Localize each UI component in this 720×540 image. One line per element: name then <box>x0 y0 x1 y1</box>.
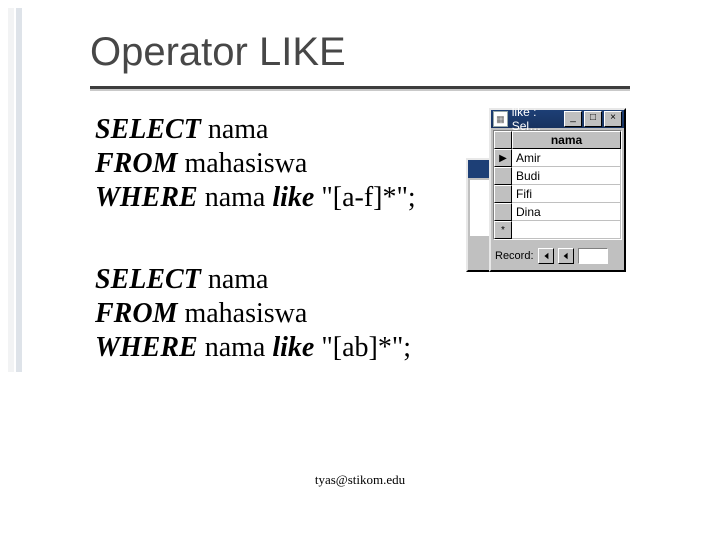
keyword-from: FROM <box>95 148 177 179</box>
nav-first-button[interactable] <box>538 248 554 264</box>
maximize-button[interactable]: □ <box>584 111 602 127</box>
footer-email: tyas@stikom.edu <box>0 472 720 488</box>
text: nama <box>198 332 273 363</box>
table-row: Fifi <box>494 185 621 203</box>
text: nama <box>201 114 269 145</box>
nav-prev-icon <box>562 252 570 260</box>
keyword-like: like <box>272 332 314 363</box>
close-button[interactable]: × <box>604 111 622 127</box>
text: "[a-f]*"; <box>314 182 415 213</box>
row-selector[interactable] <box>494 185 512 203</box>
titlebar[interactable]: ▦ like : Sel… _ □ × <box>491 110 624 128</box>
app-icon: ▦ <box>493 111 508 127</box>
cell[interactable]: Amir <box>512 149 621 167</box>
row-selector-new[interactable]: * <box>494 221 512 239</box>
column-header-nama[interactable]: nama <box>512 131 621 149</box>
cell[interactable] <box>512 221 621 239</box>
keyword-select: SELECT <box>95 114 201 145</box>
slide: Operator LIKE SELECT nama FROM mahasiswa… <box>0 0 720 540</box>
table-row: ▶ Amir <box>494 149 621 167</box>
sql-query-2: SELECT nama FROM mahasiswa WHERE nama li… <box>95 263 411 365</box>
record-label: Record: <box>495 250 534 262</box>
cell[interactable]: Fifi <box>512 185 621 203</box>
minimize-button[interactable]: _ <box>564 111 582 127</box>
row-selector-current[interactable]: ▶ <box>494 149 512 167</box>
nav-prev-button[interactable] <box>558 248 574 264</box>
row-selector[interactable] <box>494 203 512 221</box>
sql-query-1: SELECT nama FROM mahasiswa WHERE nama li… <box>95 113 416 215</box>
record-number-input[interactable] <box>578 248 608 264</box>
text: nama <box>201 264 269 295</box>
table-row: Budi <box>494 167 621 185</box>
nav-first-icon <box>542 252 550 260</box>
table-row-new: * <box>494 221 621 239</box>
title-rule <box>90 89 630 91</box>
cell[interactable]: Budi <box>512 167 621 185</box>
page-title: Operator LIKE <box>90 30 346 75</box>
keyword-from: FROM <box>95 298 177 329</box>
cell[interactable]: Dina <box>512 203 621 221</box>
keyword-like: like <box>272 182 314 213</box>
select-all-cell[interactable] <box>494 131 512 149</box>
keyword-where: WHERE <box>95 332 198 363</box>
text: nama <box>198 182 273 213</box>
keyword-select: SELECT <box>95 264 201 295</box>
result-grid: nama ▶ Amir Budi Fifi Dina * <box>493 130 622 240</box>
keyword-where: WHERE <box>95 182 198 213</box>
text: "[ab]*"; <box>314 332 411 363</box>
window-title: like : Sel… <box>512 105 564 133</box>
record-navigator: Record: <box>491 242 624 270</box>
table-row: Dina <box>494 203 621 221</box>
result-window: ▦ like : Sel… _ □ × nama ▶ Amir Budi <box>489 108 626 272</box>
text: mahasiswa <box>177 298 307 329</box>
decoration-stripe <box>16 8 22 372</box>
text: mahasiswa <box>177 148 307 179</box>
row-selector[interactable] <box>494 167 512 185</box>
decoration-stripe <box>8 8 14 372</box>
